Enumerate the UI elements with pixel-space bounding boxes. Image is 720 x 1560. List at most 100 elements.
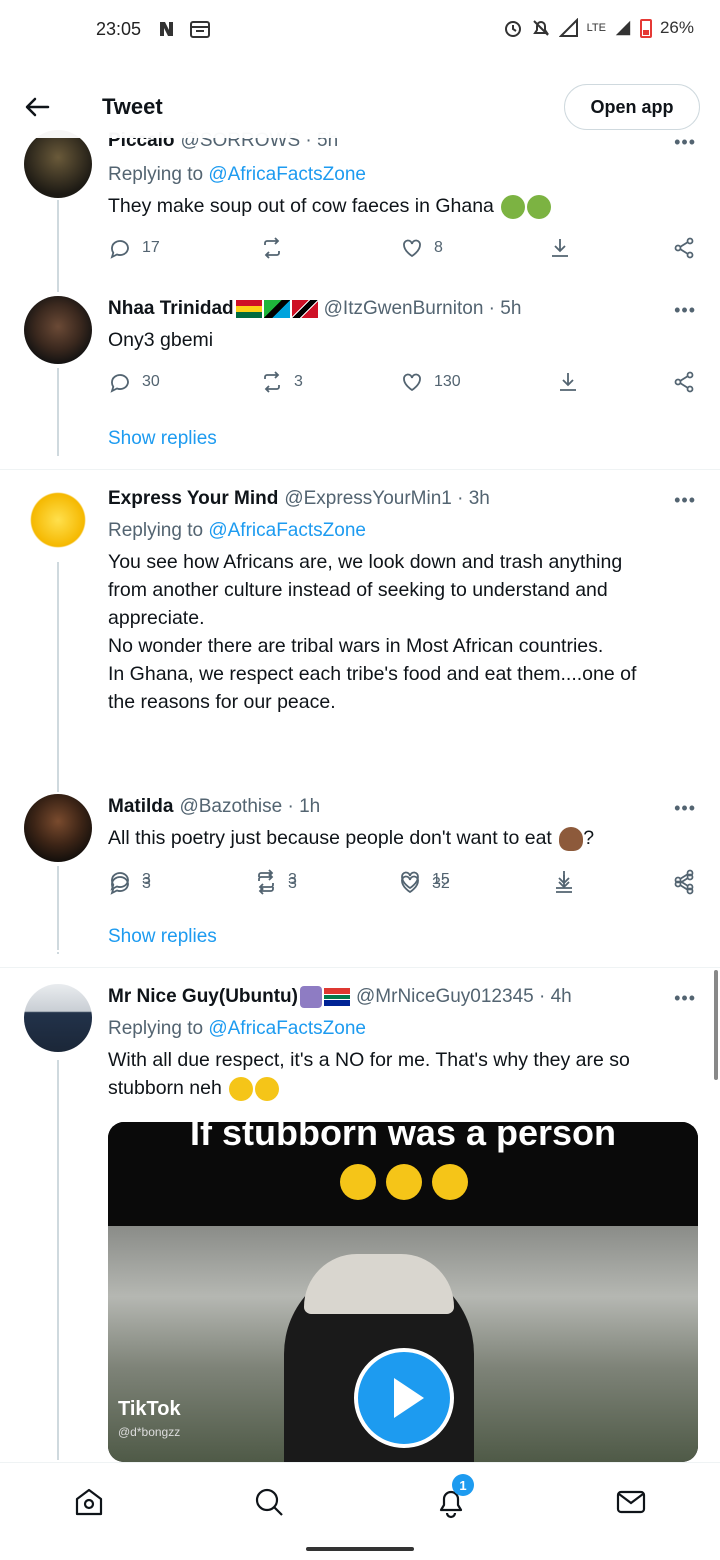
thread-line (57, 200, 59, 292)
mute-icon (532, 20, 549, 36)
tweet-text: They make soup out of cow faeces in Ghan… (108, 192, 688, 220)
crying-face-icon (432, 1164, 469, 1201)
thread-line (57, 1060, 59, 1460)
heart-icon (403, 239, 421, 258)
like-button[interactable]: 130 (400, 370, 461, 394)
replying-to: Replying to @AfricaFactsZone (108, 520, 366, 541)
open-app-button[interactable]: Open app (564, 84, 700, 130)
replying-to: Replying to @AfricaFactsZone (108, 164, 366, 185)
bottom-nav (0, 1462, 720, 1534)
tweet-author[interactable]: Nhaa Trinidad @ItzGwenBurniton · 5h (108, 298, 521, 320)
download-button[interactable] (556, 370, 580, 394)
reply-button[interactable]: 17 (108, 236, 160, 260)
tiktok-handle: @d*bongzz (118, 1425, 181, 1439)
cap (304, 1254, 454, 1314)
retweet-button[interactable]: 3 (260, 370, 303, 394)
tweet-text: Ony3 gbemi (108, 329, 214, 351)
share-button[interactable] (672, 868, 696, 892)
tanzania-flag-icon (263, 300, 290, 318)
tears-of-joy-face-icon (386, 1164, 422, 1201)
search-icon[interactable] (252, 1485, 286, 1519)
tweet-actions: 17 8 (108, 236, 700, 266)
tweet-author[interactable]: Mr Nice Guy(Ubuntu) @MrNiceGuy012345 · 4… (108, 986, 572, 1008)
tweet-text: With all due respect, it's a NO for me. … (108, 1049, 630, 1101)
share-icon (674, 371, 694, 393)
divider (0, 967, 720, 968)
trinidad-flag-icon (291, 300, 318, 318)
home-icon[interactable] (72, 1485, 106, 1519)
play-button[interactable] (354, 1348, 454, 1448)
nauseated-face-icon (527, 194, 552, 219)
home-indicator[interactable] (306, 1547, 414, 1551)
south-africa-flag-icon (324, 988, 350, 1006)
thread-dots (57, 924, 59, 954)
download-button[interactable] (548, 236, 572, 260)
download-icon (552, 239, 568, 257)
avatar[interactable] (24, 486, 92, 554)
pile-of-poo-icon (559, 826, 584, 851)
scrollbar[interactable] (714, 970, 718, 1080)
share-button[interactable] (672, 370, 696, 394)
tweet-text: You see how Africans are, we look down a… (108, 551, 637, 713)
messages-icon[interactable] (614, 1485, 648, 1519)
thread-line (57, 562, 59, 792)
network-label: LTE (586, 22, 606, 34)
retweet-icon (264, 237, 280, 259)
share-icon (674, 237, 694, 259)
download-icon (560, 373, 576, 391)
more-options-icon[interactable]: ••• (674, 300, 696, 321)
signal-icon (558, 18, 578, 37)
tweet-text: All this poetry just because people don'… (108, 826, 595, 851)
like-button[interactable]: 8 (400, 236, 443, 260)
more-options-icon[interactable]: ••• (674, 988, 696, 1009)
tweet-author[interactable]: Express Your Mind @ExpressYourMin1 · 3h (108, 488, 490, 510)
divider (0, 469, 720, 470)
mention-link[interactable]: @AfricaFactsZone (208, 1018, 366, 1039)
reply-icon (110, 374, 129, 393)
retweet-icon (258, 869, 274, 891)
top-bar: Tweet Open app (0, 60, 720, 138)
mention-link[interactable]: @AfricaFactsZone (208, 520, 366, 541)
heart-icon (401, 871, 419, 890)
grinning-sweat-face-icon (229, 1076, 254, 1101)
relieved-face-icon (339, 1164, 376, 1201)
heart-icon (403, 373, 421, 392)
like-button[interactable]: 15 (398, 868, 450, 892)
alarm-icon (504, 21, 521, 37)
ghana-flag-icon (235, 300, 262, 318)
avatar[interactable] (24, 296, 92, 364)
reply-icon (110, 240, 129, 259)
retweet-icon (264, 371, 280, 393)
reply-icon (110, 872, 129, 891)
avatar[interactable] (24, 984, 92, 1052)
back-arrow-icon[interactable] (22, 92, 52, 122)
grinning-sweat-face-icon (255, 1076, 280, 1101)
avatar[interactable] (24, 130, 92, 198)
tweet-actions: 30 3 130 (108, 370, 700, 400)
play-icon (394, 1378, 424, 1418)
more-options-icon[interactable]: ••• (674, 798, 696, 819)
notification-badge: 1 (452, 1474, 474, 1496)
replying-to: Replying to @AfricaFactsZone (108, 1018, 366, 1039)
medical-symbol-icon (300, 986, 322, 1008)
share-button[interactable] (672, 236, 696, 260)
show-replies-link[interactable]: Show replies (108, 428, 217, 450)
battery-icon (639, 19, 652, 38)
tweet-actions: 3 3 15 (108, 868, 700, 898)
video-media[interactable]: If stubborn was a person TikTok @d*bongz… (108, 1122, 698, 1462)
retweet-button[interactable]: 3 (254, 868, 297, 892)
tweet-author[interactable]: Matilda @Bazothise · 1h (108, 796, 320, 818)
nauseated-face-icon (501, 194, 526, 219)
download-button[interactable] (552, 868, 576, 892)
download-icon (556, 871, 572, 889)
share-icon (674, 869, 694, 891)
avatar[interactable] (24, 794, 92, 862)
mention-link[interactable]: @AfricaFactsZone (208, 164, 366, 185)
reply-button[interactable]: 3 (108, 868, 151, 892)
tiktok-watermark: TikTok (118, 1398, 181, 1420)
reply-button[interactable]: 30 (108, 370, 160, 394)
more-options-icon[interactable]: ••• (674, 490, 696, 511)
show-replies-link[interactable]: Show replies (108, 926, 217, 948)
signal-icon (615, 20, 631, 36)
retweet-button[interactable] (260, 236, 294, 260)
